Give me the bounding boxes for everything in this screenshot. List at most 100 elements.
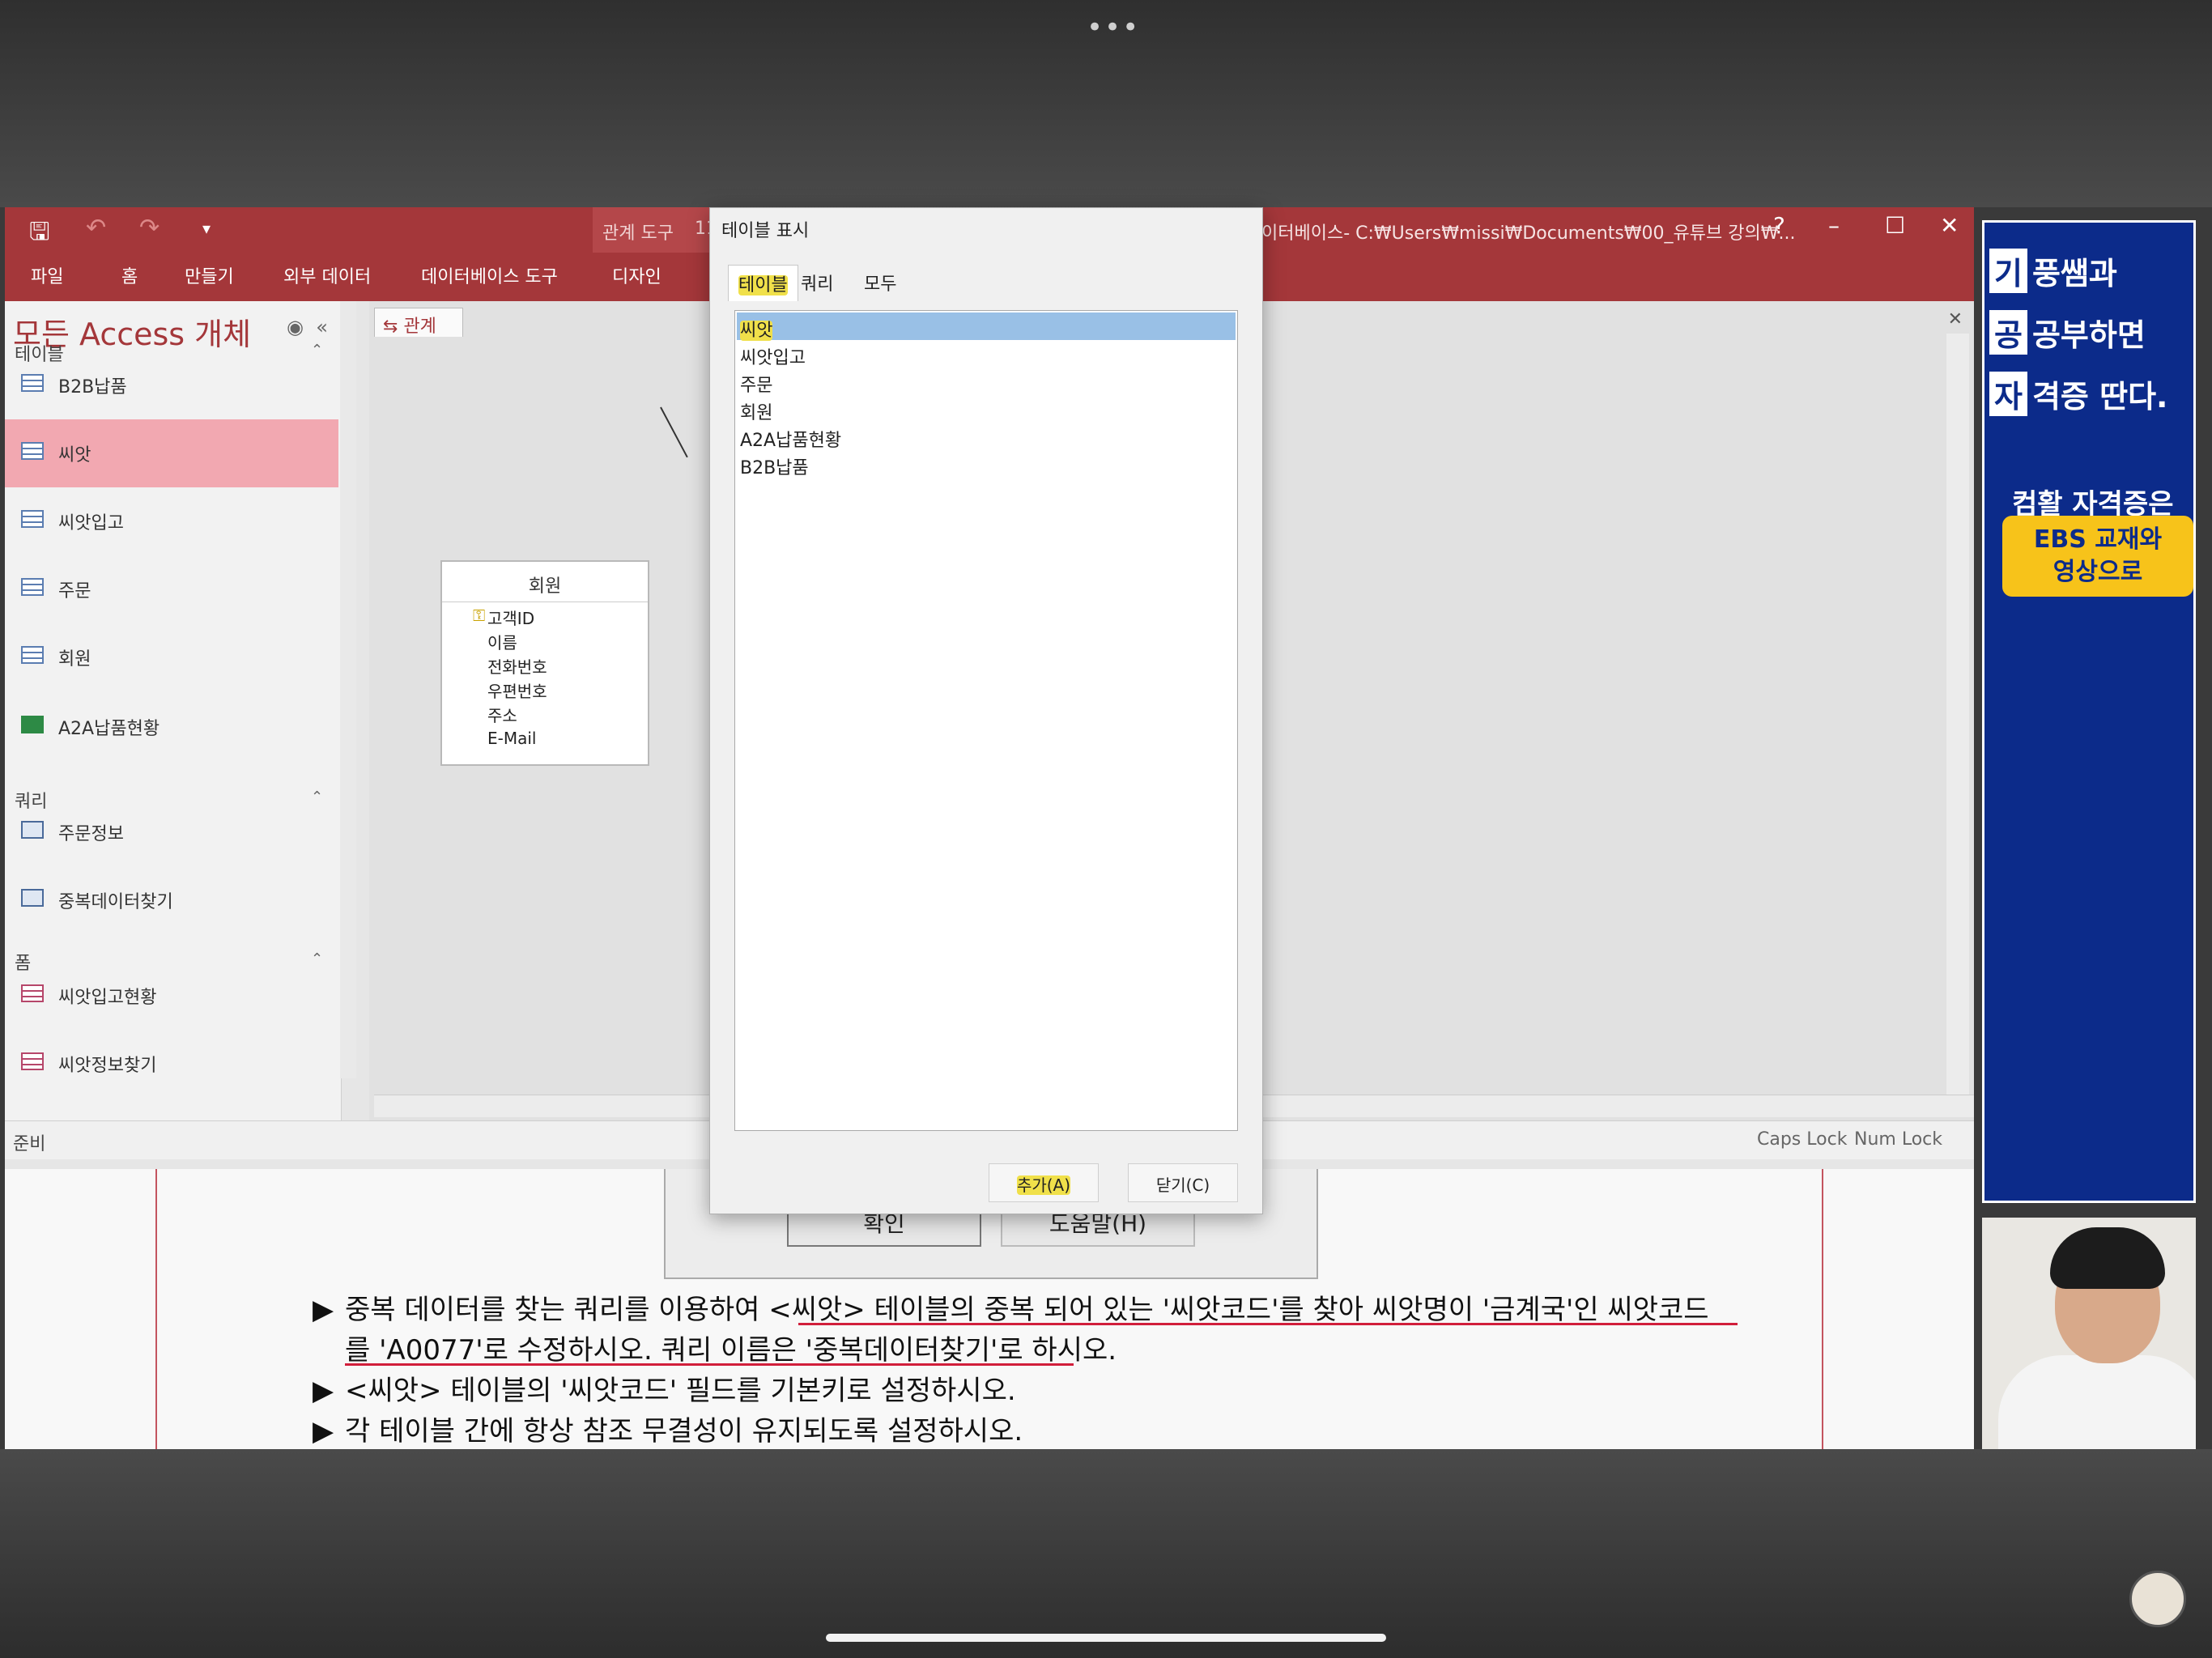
- tab-design[interactable]: 디자인: [612, 262, 661, 288]
- nav-item-seed[interactable]: 씨앗: [5, 419, 338, 487]
- bullet-text: <씨앗> 테이블의 '씨앗코드' 필드를 기본키로 설정하시오.: [345, 1375, 1016, 1407]
- close-icon[interactable]: ✕: [1940, 212, 1959, 239]
- list-item[interactable]: 주문: [737, 368, 1236, 396]
- red-underline: [798, 1323, 1738, 1325]
- dialog-tab-label: 테이블: [738, 275, 788, 295]
- minimize-icon[interactable]: –: [1828, 212, 1840, 239]
- red-underline: [345, 1363, 1074, 1366]
- dialog-tab-queries[interactable]: 쿼리: [791, 265, 843, 300]
- add-button[interactable]: 추가(A): [989, 1163, 1099, 1202]
- nav-item-label: 씨앗정보찾기: [58, 1056, 157, 1076]
- context-tool-label: 관계 도구: [602, 223, 674, 244]
- nav-item-a2a[interactable]: A2A납품현황: [5, 693, 338, 761]
- banner-pill: EBS 교재와영상으로: [2002, 516, 2193, 597]
- table-card-member[interactable]: 회원 ⚿ 고객ID 이름 전화번호 우편번호 주소 E-Mail: [440, 560, 649, 766]
- save-icon[interactable]: 🖫: [29, 214, 50, 255]
- banner-text: 격증 딴다.: [2031, 379, 2168, 414]
- nav-item-seed-search-form[interactable]: 씨앗정보찾기: [5, 1030, 338, 1098]
- nav-item-order-info[interactable]: 주문정보: [5, 798, 338, 866]
- dialog-tab-both[interactable]: 모두: [854, 265, 906, 300]
- query-icon: [21, 821, 44, 839]
- nav-item-label: B2B납품: [58, 377, 127, 397]
- list-item[interactable]: 씨앗입고: [737, 340, 1236, 368]
- promo-banner: 기 풍쌤과 공 공부하면 자 격증 딴다. 컴활 자격증은 EBS 교재와 영상으로: [1982, 220, 2196, 1203]
- form-icon: [21, 984, 44, 1002]
- nav-item-label: 씨앗입고: [58, 513, 124, 534]
- banner-pill-line: EBS 교재와: [2033, 525, 2163, 554]
- nav-item-dup-query[interactable]: 중복데이터찾기: [5, 866, 338, 934]
- nav-scrollbar[interactable]: [340, 301, 356, 1078]
- table-icon: [21, 578, 44, 596]
- tab-create[interactable]: 만들기: [185, 262, 234, 288]
- tablet-bottom-frame: [0, 1449, 2212, 1658]
- nav-item-label: 중복데이터찾기: [58, 892, 173, 912]
- doc-tab-label: 관계: [403, 317, 436, 337]
- list-item[interactable]: A2A납품현황: [737, 423, 1236, 451]
- presenter-webcam: [1982, 1218, 2196, 1449]
- field-name[interactable]: 이름: [487, 630, 517, 653]
- relationship-icon: ⇆: [383, 317, 404, 337]
- list-item[interactable]: 씨앗: [737, 312, 1236, 341]
- field-zip[interactable]: 우편번호: [487, 678, 547, 702]
- nav-item-b2b[interactable]: B2B납품: [5, 351, 338, 419]
- more-dots-icon[interactable]: •••: [1087, 11, 1140, 44]
- tab-external-data[interactable]: 외부 데이터: [283, 262, 371, 288]
- table-card-title: 회원: [442, 562, 648, 602]
- tab-database-tools[interactable]: 데이터베이스 도구: [421, 262, 558, 288]
- bullet-text: 각 테이블 간에 항상 참조 무결성이 유지되도록 설정하시오.: [345, 1415, 1023, 1448]
- bullet-3: ▶ 각 테이블 간에 항상 참조 무결성이 유지되도록 설정하시오.: [313, 1415, 1023, 1448]
- table-icon: [21, 646, 44, 664]
- form-icon: [21, 1052, 44, 1070]
- key-icon: ⚿: [473, 606, 486, 625]
- nav-item-label: 회원: [58, 649, 91, 670]
- list-item[interactable]: B2B납품: [737, 450, 1236, 478]
- nav-item-label: 씨앗: [58, 445, 91, 466]
- bullet-1-cont: 를 'A0077'로 수정하시오. 쿼리 이름은 '중복데이터찾기'로 하시오.: [345, 1334, 1117, 1367]
- banner-pill-line: 영상으로: [2052, 558, 2143, 586]
- vertical-scrollbar[interactable]: [1946, 334, 1969, 1095]
- tab-file[interactable]: 파일: [31, 262, 63, 288]
- dialog-tab-tables[interactable]: 테이블: [728, 265, 798, 301]
- tab-relationships[interactable]: ⇆ 관계: [374, 308, 463, 337]
- redo-icon[interactable]: ↷: [139, 214, 160, 242]
- query-icon: [21, 889, 44, 907]
- add-button-label: 추가(A): [1016, 1175, 1071, 1195]
- nav-item-label: 주문정보: [58, 824, 124, 844]
- close-doc-icon[interactable]: ✕: [1948, 309, 1963, 329]
- banner-big-char: 기: [1989, 249, 2027, 293]
- paper-margin-line: [1822, 1169, 1823, 1449]
- table-list[interactable]: 씨앗 씨앗입고 주문 회원 A2A납품현황 B2B납품: [734, 310, 1238, 1131]
- undo-icon[interactable]: ↶: [86, 214, 106, 242]
- table-icon: [21, 374, 44, 392]
- show-table-dialog: 테이블 표시 테이블 쿼리 모두 씨앗 씨앗입고 주문 회원 A2A납품현황 B…: [709, 207, 1263, 1214]
- help-icon[interactable]: ?: [1773, 212, 1785, 239]
- field-address[interactable]: 주소: [487, 703, 517, 726]
- nav-menu-icon[interactable]: ◉ «: [287, 316, 328, 338]
- close-button[interactable]: 닫기(C): [1128, 1163, 1238, 1202]
- bullet-1: ▶ 중복 데이터를 찾는 쿼리를 이용하여 <씨앗> 테이블의 중복 되어 있는 …: [313, 1294, 1709, 1326]
- nav-item-seed-stock[interactable]: 씨앗입고: [5, 487, 338, 555]
- table-icon: [21, 510, 44, 528]
- nav-item-label: A2A납품현황: [58, 719, 160, 739]
- list-item-label: 씨앗: [740, 321, 773, 341]
- banner-line-1: 기 풍쌤과: [1989, 249, 2117, 293]
- home-indicator[interactable]: [826, 1634, 1386, 1642]
- nav-item-seed-stock-form[interactable]: 씨앗입고현황: [5, 962, 338, 1030]
- tab-home[interactable]: 홈: [121, 262, 138, 288]
- bullet-text: 중복 데이터를 찾는 쿼리를 이용하여 <씨앗> 테이블의 중복 되어 있는 '…: [345, 1294, 1709, 1326]
- nav-item-order[interactable]: 주문: [5, 555, 338, 623]
- customize-icon[interactable]: ▾: [202, 219, 211, 238]
- maximize-icon[interactable]: ☐: [1885, 212, 1905, 239]
- table-icon: [21, 442, 44, 460]
- field-phone[interactable]: 전화번호: [487, 654, 547, 678]
- nav-item-label: 주문: [58, 581, 91, 602]
- nav-item-member[interactable]: 회원: [5, 623, 338, 691]
- banner-text: 풍쌤과: [2031, 256, 2117, 291]
- list-item[interactable]: 회원: [737, 395, 1236, 423]
- presenter-shirt: [1998, 1355, 2196, 1449]
- field-email[interactable]: E-Mail: [487, 729, 536, 748]
- status-text: 준비: [13, 1134, 46, 1154]
- mascot-avatar-icon: [2129, 1571, 2186, 1627]
- field-customer-id[interactable]: 고객ID: [487, 606, 534, 629]
- banner-big-char: 자: [1989, 372, 2027, 416]
